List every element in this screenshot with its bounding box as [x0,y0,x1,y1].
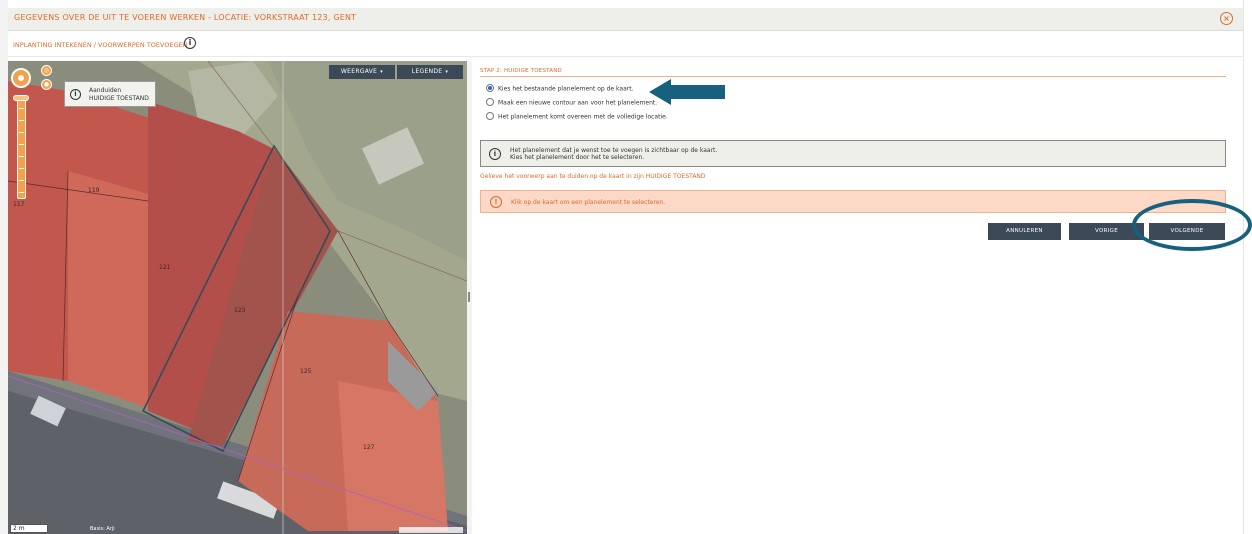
info-icon: i [70,89,81,100]
legende-label: LEGENDE [411,68,443,75]
tooltip-line-2: HUIDIGE TOESTAND [89,95,149,102]
scrollbar-track[interactable] [1243,0,1252,534]
plot-number: 127 [363,444,375,451]
map-view[interactable]: 117 119 121 123 125 127 WEERGAVE ▾ LEGEND… [8,61,467,534]
chevron-down-icon: ▾ [380,69,384,75]
info-icon: i [489,148,501,160]
option-new-contour[interactable]: Maak een nieuwe contour aan voor het pla… [486,98,658,109]
zoom-extent-icon[interactable]: ◎ [41,65,52,76]
zoom-notch [19,120,24,121]
warning-message: ! Klik op de kaart om een planelement te… [480,190,1226,213]
left-edge [0,0,8,534]
info-line-1: Het planelement dat je wenst toe te voeg… [510,147,718,154]
warning-icon: ! [490,196,502,208]
weergave-button[interactable]: WEERGAVE ▾ [329,65,395,79]
zoom-slider-handle[interactable] [13,95,29,101]
info-line-2: Kies het planelement door het te selecte… [510,154,645,161]
option-select-existing[interactable]: Kies het bestaande planelement op de kaa… [486,84,634,95]
pan-control-icon[interactable] [11,68,31,88]
location-pin-icon[interactable]: ● [41,79,52,90]
zoom-slider[interactable] [17,95,26,199]
zoom-notch [19,192,24,193]
option-full-location[interactable]: Het planelement komt overeen met de voll… [486,112,668,123]
chevron-down-icon: ▾ [445,69,449,75]
cancel-button[interactable]: ANNULEREN [988,223,1061,240]
section-header: INPLANTING INTEKENEN / VOORWERPEN TOEVOE… [8,32,1243,57]
info-message: i Het planelement dat je wenst toe te vo… [480,140,1226,167]
window-titlebar: GEGEVENS OVER DE UIT TE VOEREN WERKEN - … [8,8,1243,31]
plot-number: 117 [13,201,25,208]
option-label: Het planelement komt overeen met de voll… [498,113,668,121]
scale-bar: 2 m [10,524,48,533]
annotation-arrow-icon [649,79,725,105]
divider [480,76,1226,77]
zoom-notch [19,180,24,181]
close-icon[interactable]: × [1220,12,1233,25]
map-attribution [399,527,463,533]
basemap-label: Basis: Arji [90,526,115,532]
plot-number: 123 [234,307,246,314]
option-label: Kies het bestaande planelement op de kaa… [498,85,634,93]
option-label: Maak een nieuwe contour aan voor het pla… [498,99,658,107]
map-tooltip: i Aanduiden HUIDIGE TOESTAND [64,81,156,107]
hint-text: Gelieve het voorwerp aan te duiden op de… [480,173,706,180]
building-overlay-127 [338,381,448,531]
tooltip-line-1: Aanduiden [89,87,122,94]
window-title: GEGEVENS OVER DE UIT TE VOEREN WERKEN - … [14,13,357,22]
radio-button-selected[interactable] [486,84,494,92]
info-icon[interactable]: i [184,37,196,49]
plot-number: 119 [88,187,100,194]
radio-button[interactable] [486,112,494,120]
legende-button[interactable]: LEGENDE ▾ [397,65,463,79]
step-title: STAP 2: HUIDIGE TOESTAND [480,68,562,74]
annotation-highlight-ring [1132,199,1252,251]
app-window: GEGEVENS OVER DE UIT TE VOEREN WERKEN - … [0,0,1252,534]
warning-text: Klik op de kaart om een planelement te s… [511,199,666,206]
zoom-notch [19,144,24,145]
plot-number: 121 [159,264,171,271]
plot-number: 125 [300,368,312,375]
section-title: INPLANTING INTEKENEN / VOORWERPEN TOEVOE… [13,41,188,49]
radio-button[interactable] [486,98,494,106]
step-panel: STAP 2: HUIDIGE TOESTAND Kies het bestaa… [480,61,1240,534]
zoom-notch [19,156,24,157]
weergave-label: WEERGAVE [340,68,378,75]
zoom-notch [19,168,24,169]
zoom-notch [19,108,24,109]
panel-splitter[interactable] [467,61,472,534]
aerial-map[interactable] [8,61,467,534]
zoom-notch [19,132,24,133]
splitter-grip-icon[interactable] [468,292,470,302]
